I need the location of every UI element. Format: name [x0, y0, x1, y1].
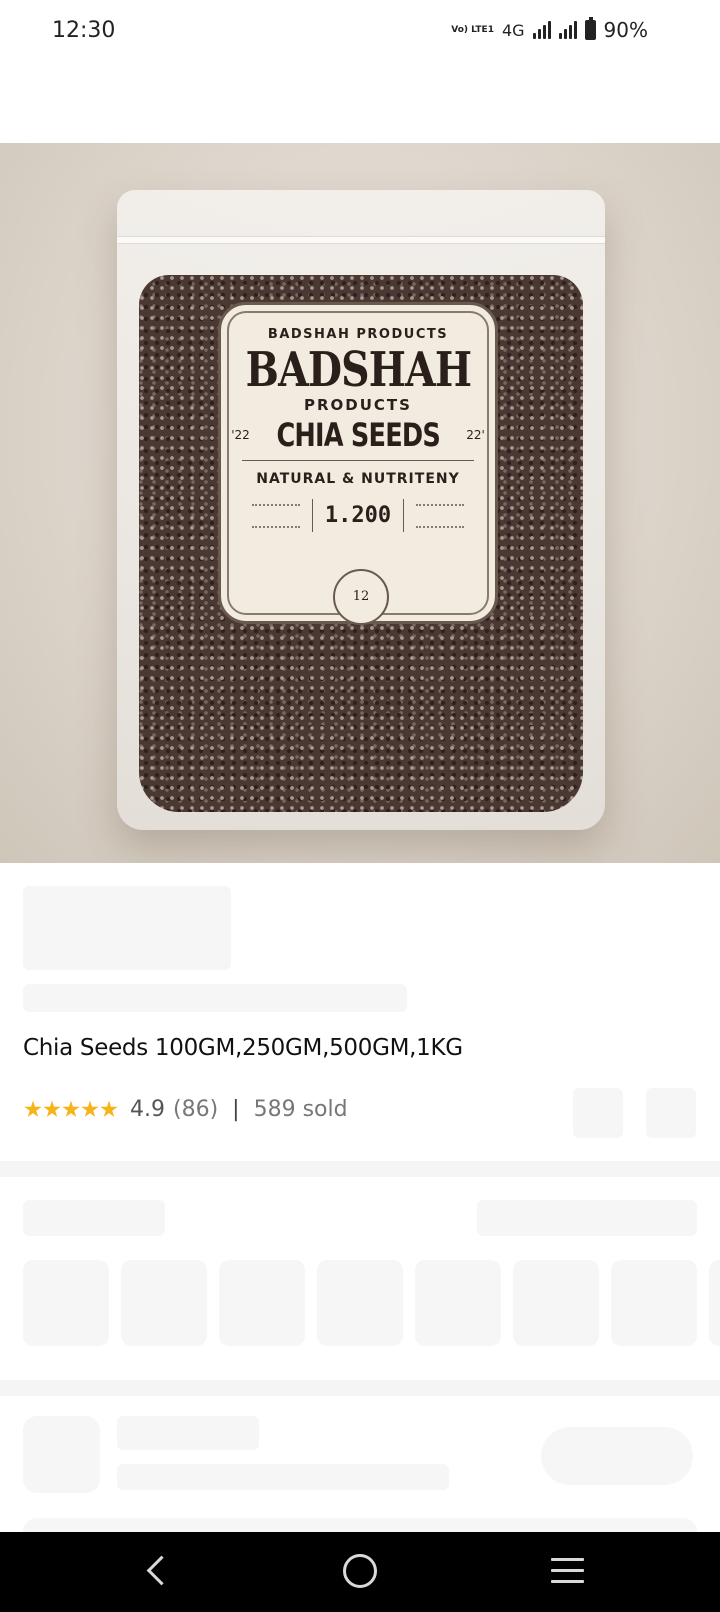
- star-icon: [81, 1100, 99, 1117]
- variant-option-placeholder[interactable]: [219, 1260, 305, 1346]
- menu-icon[interactable]: [551, 1558, 584, 1584]
- next-section-placeholder: [23, 1518, 697, 1532]
- variant-option-placeholder[interactable]: [121, 1260, 207, 1346]
- label-side-right: 22': [466, 428, 485, 442]
- label-top-text: BADSHAH PRODUCTS: [267, 327, 449, 342]
- section-divider: [0, 1161, 720, 1177]
- system-nav-bar: [0, 1532, 720, 1612]
- subtitle-placeholder: [23, 984, 407, 1012]
- product-pouch: BADSHAH PRODUCTS BADSHAH PRODUCTS '22 CH…: [117, 190, 605, 830]
- action-placeholder-1[interactable]: [573, 1088, 623, 1138]
- product-title: Chia Seeds 100GM,250GM,500GM,1KG: [23, 1035, 463, 1061]
- signal-sim1-icon: [532, 21, 551, 39]
- sold-count: 589 sold: [253, 1097, 348, 1122]
- label-brand: BADSHAH: [245, 342, 472, 398]
- volte-icon: Vo) LTE1: [451, 24, 494, 35]
- label-weight: 1.200: [311, 499, 405, 532]
- label-divider: [242, 460, 474, 461]
- label-side-left: '22: [231, 428, 250, 442]
- battery-icon: [584, 17, 596, 40]
- star-icon: [62, 1100, 80, 1117]
- product-label: BADSHAH PRODUCTS BADSHAH PRODUCTS '22 CH…: [218, 302, 498, 625]
- variant-option-placeholder[interactable]: [611, 1260, 697, 1346]
- price-placeholder: [23, 886, 231, 970]
- star-icon: [24, 1100, 42, 1117]
- variant-heading-placeholder: [23, 1200, 165, 1236]
- back-icon[interactable]: [143, 1554, 177, 1588]
- label-main: CHIA SEEDS: [276, 416, 440, 454]
- battery-percent: 90%: [603, 18, 648, 42]
- rating-row[interactable]: 4.9 (86) | 589 sold: [24, 1097, 348, 1122]
- section-divider: [0, 1380, 720, 1396]
- label-fine-print-left: [251, 503, 300, 528]
- star-icon: [100, 1100, 118, 1117]
- rating-count: (86): [173, 1097, 219, 1122]
- home-icon[interactable]: [343, 1554, 377, 1588]
- status-time: 12:30: [52, 18, 116, 43]
- rating-value: 4.9: [130, 1097, 165, 1122]
- star-icon: [43, 1100, 61, 1117]
- signal-sim2-icon: [558, 21, 577, 39]
- store-info-placeholder: [117, 1464, 449, 1490]
- variant-link-placeholder: [477, 1200, 697, 1236]
- rating-divider: |: [232, 1097, 240, 1122]
- label-products: PRODUCTS: [304, 396, 412, 414]
- status-indicators: Vo) LTE1 4G 90%: [451, 17, 648, 42]
- label-bottom-row: 1.200: [221, 499, 495, 532]
- variant-option-placeholder[interactable]: [23, 1260, 109, 1346]
- action-placeholder-2[interactable]: [646, 1088, 696, 1138]
- status-bar: 12:30 Vo) LTE1 4G 90%: [0, 0, 720, 62]
- store-name-placeholder: [117, 1416, 259, 1450]
- store-avatar-placeholder[interactable]: [23, 1416, 100, 1493]
- label-badge: 12: [333, 569, 389, 625]
- label-fine-print-right: [416, 503, 465, 528]
- network-type: 4G: [501, 20, 525, 40]
- follow-button-placeholder[interactable]: [541, 1427, 693, 1485]
- variant-option-placeholder[interactable]: [709, 1260, 720, 1346]
- rating-stars: [24, 1100, 118, 1119]
- label-tagline: NATURAL & NUTRITENY: [256, 471, 460, 487]
- product-image[interactable]: BADSHAH PRODUCTS BADSHAH PRODUCTS '22 CH…: [0, 143, 720, 863]
- variant-option-placeholder[interactable]: [513, 1260, 599, 1346]
- variant-option-placeholder[interactable]: [415, 1260, 501, 1346]
- variant-option-placeholder[interactable]: [317, 1260, 403, 1346]
- label-main-row: '22 CHIA SEEDS 22': [221, 416, 495, 454]
- pouch-zipper: [117, 236, 605, 244]
